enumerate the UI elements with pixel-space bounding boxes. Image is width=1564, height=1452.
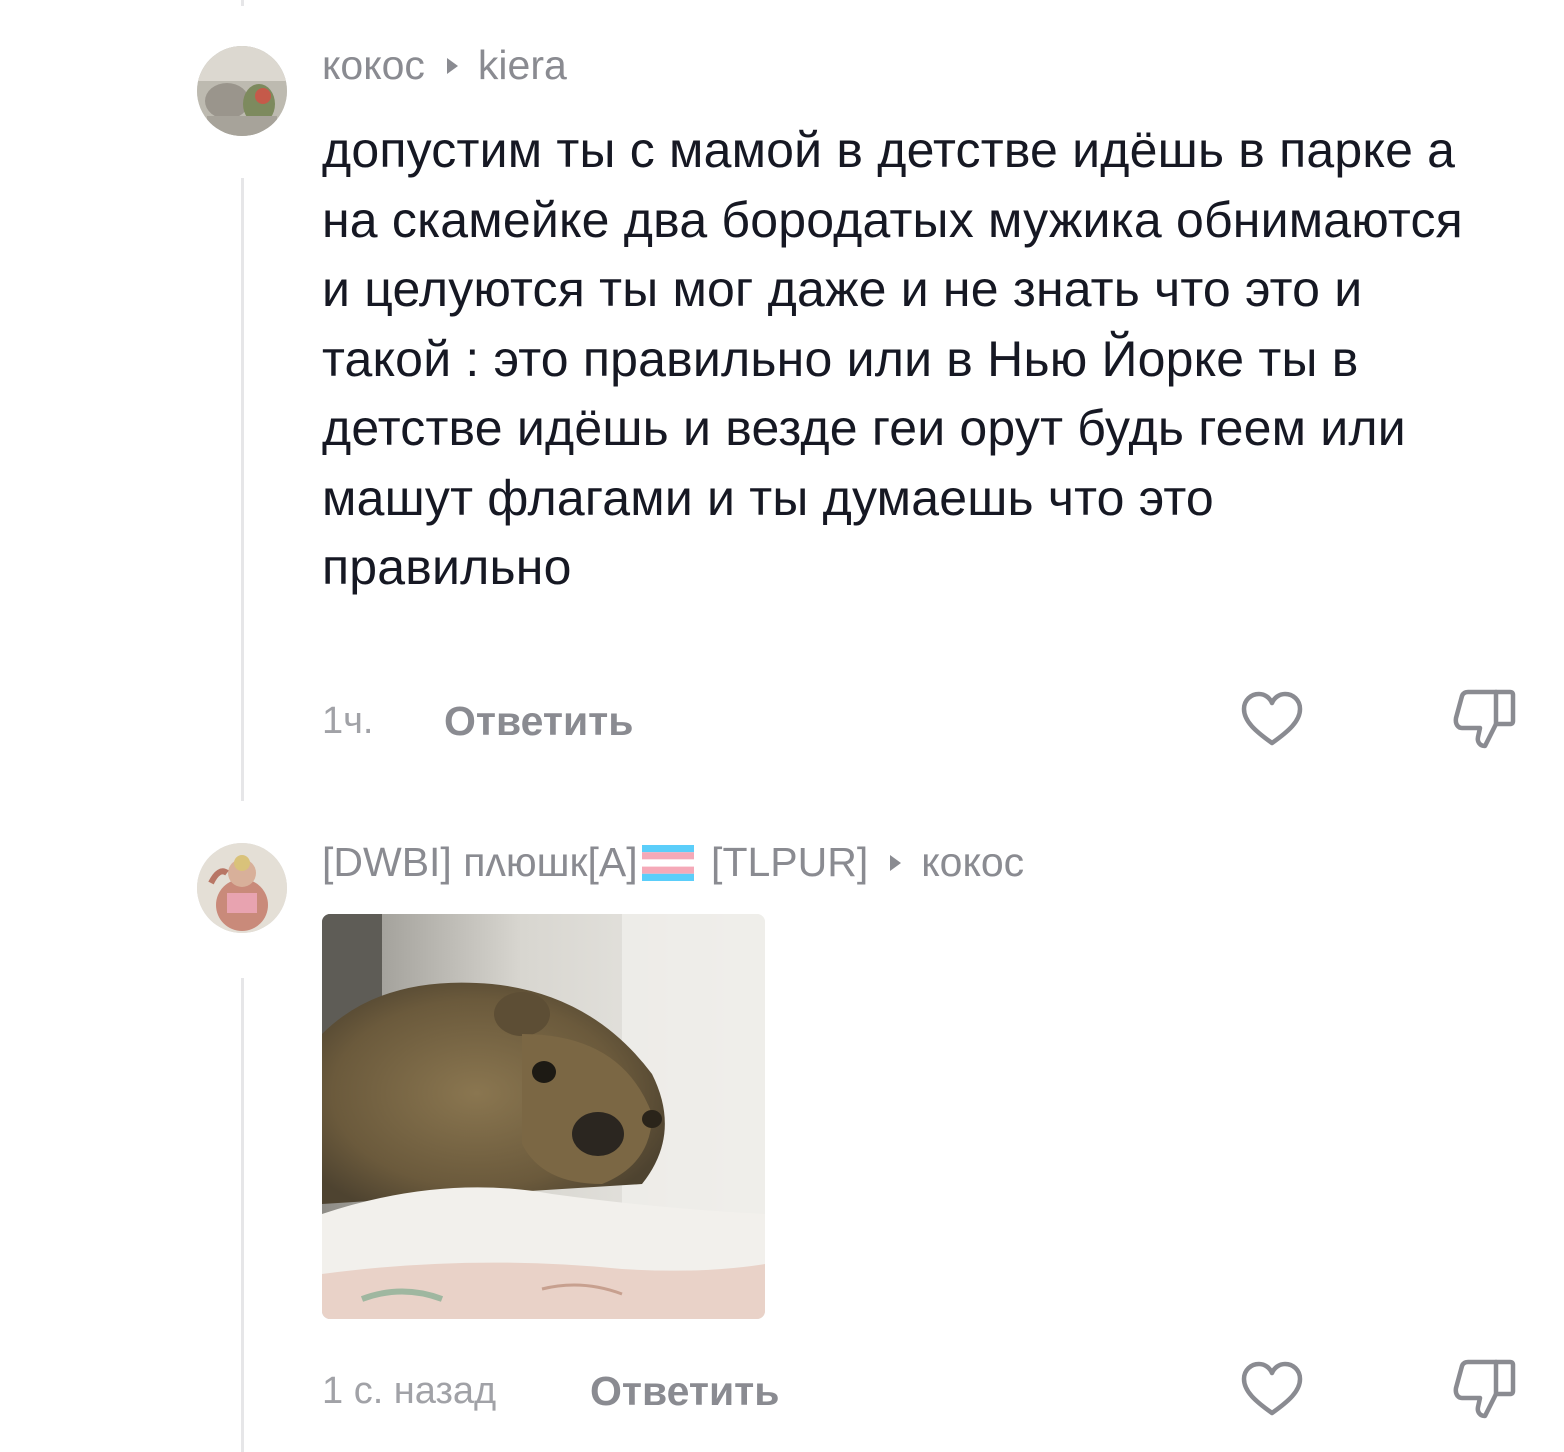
comment-2-author-suffix: [TLPUR] bbox=[711, 839, 869, 885]
avatar[interactable] bbox=[197, 843, 287, 933]
comment-1-time: 1ч. bbox=[322, 700, 374, 742]
comment-1: кокос kiera допустим ты с мамой в детств… bbox=[322, 45, 1472, 603]
comment-2-time: 1 с. назад bbox=[322, 1370, 497, 1412]
hyrax-photo[interactable] bbox=[322, 914, 765, 1319]
comment-2-reply-to[interactable]: кокос bbox=[921, 842, 1024, 883]
transgender-flag-icon bbox=[641, 845, 694, 882]
comment-1-author[interactable]: кокос bbox=[322, 45, 425, 86]
avatar-image bbox=[197, 46, 287, 136]
reply-arrow-icon bbox=[890, 854, 902, 871]
avatar[interactable] bbox=[197, 46, 287, 136]
comment-2-author-prefix: [DWBI] пʌюшк[A] bbox=[322, 839, 638, 885]
thread-line-top bbox=[241, 0, 244, 6]
comment-2: [DWBI] пʌюшк[A] [TLPUR] кокос bbox=[322, 842, 1024, 883]
comment-1-actions: 1ч. Ответить bbox=[322, 688, 1522, 758]
heart-icon[interactable] bbox=[1239, 688, 1305, 754]
reply-button[interactable]: Ответить bbox=[444, 698, 633, 745]
heart-icon[interactable] bbox=[1239, 1358, 1305, 1424]
reply-button[interactable]: Ответить bbox=[590, 1368, 779, 1415]
thread-line-2 bbox=[241, 978, 244, 1452]
comment-2-actions: 1 с. назад Ответить bbox=[322, 1358, 1522, 1428]
hyrax-photo-image bbox=[322, 914, 765, 1319]
thumbs-down-icon[interactable] bbox=[1452, 1358, 1518, 1424]
reply-arrow-icon bbox=[446, 57, 458, 74]
comment-2-author[interactable]: [DWBI] пʌюшк[A] [TLPUR] bbox=[322, 842, 868, 883]
comment-1-header: кокос kiera bbox=[322, 45, 1472, 86]
avatar-image bbox=[197, 843, 287, 933]
comment-2-header: [DWBI] пʌюшк[A] [TLPUR] кокос bbox=[322, 842, 1024, 883]
comment-1-reply-to[interactable]: kiera bbox=[478, 45, 567, 86]
comment-1-text: допустим ты с мамой в детстве идёшь в па… bbox=[322, 122, 1463, 595]
thumbs-down-icon[interactable] bbox=[1452, 688, 1518, 754]
thread-line-1 bbox=[241, 178, 244, 801]
